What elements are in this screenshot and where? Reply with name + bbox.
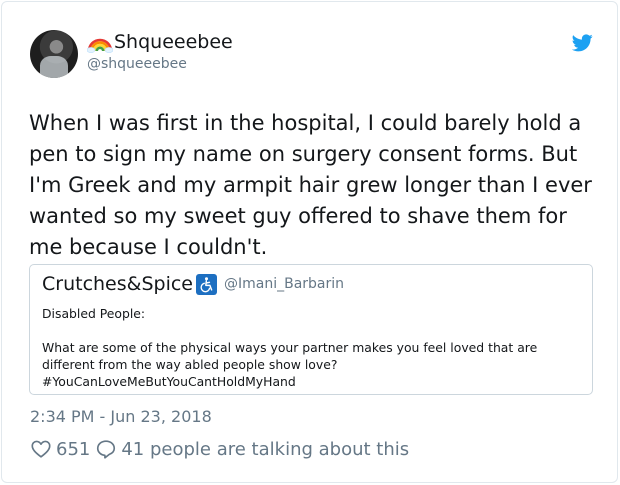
rainbow-icon bbox=[87, 38, 113, 53]
heart-icon[interactable] bbox=[30, 438, 52, 460]
quoted-tweet[interactable]: Crutches&Spice @Imani_Barbarin Disabled … bbox=[29, 264, 593, 395]
like-count[interactable]: 651 bbox=[56, 439, 90, 460]
reply-bubble-icon[interactable] bbox=[95, 438, 117, 460]
twitter-bird-icon[interactable] bbox=[572, 34, 593, 52]
tweet-text: When I was first in the hospital, I coul… bbox=[29, 111, 592, 259]
quoted-tweet-text: Disabled People: What are some of the ph… bbox=[42, 306, 538, 389]
tweet-card: Shqueeebee @shqueeebee When I was first … bbox=[1, 1, 618, 483]
tweet-timestamp[interactable]: 2:34 PM - Jun 23, 2018 bbox=[30, 407, 212, 426]
author-name-row[interactable]: Shqueeebee bbox=[87, 31, 233, 53]
author-display-name: Shqueeebee bbox=[114, 31, 233, 53]
author-handle[interactable]: @shqueeebee bbox=[87, 56, 187, 72]
engagement-bar: 651 41 people are talking about this bbox=[30, 438, 414, 460]
quoted-display-name: Crutches&Spice bbox=[42, 273, 193, 295]
quoted-handle: @Imani_Barbarin bbox=[224, 276, 345, 292]
wheelchair-symbol-icon bbox=[196, 273, 217, 295]
conversation-count[interactable]: 41 people are talking about this bbox=[121, 439, 409, 460]
quoted-tweet-header: Crutches&Spice @Imani_Barbarin bbox=[42, 273, 344, 295]
avatar[interactable] bbox=[30, 30, 78, 78]
